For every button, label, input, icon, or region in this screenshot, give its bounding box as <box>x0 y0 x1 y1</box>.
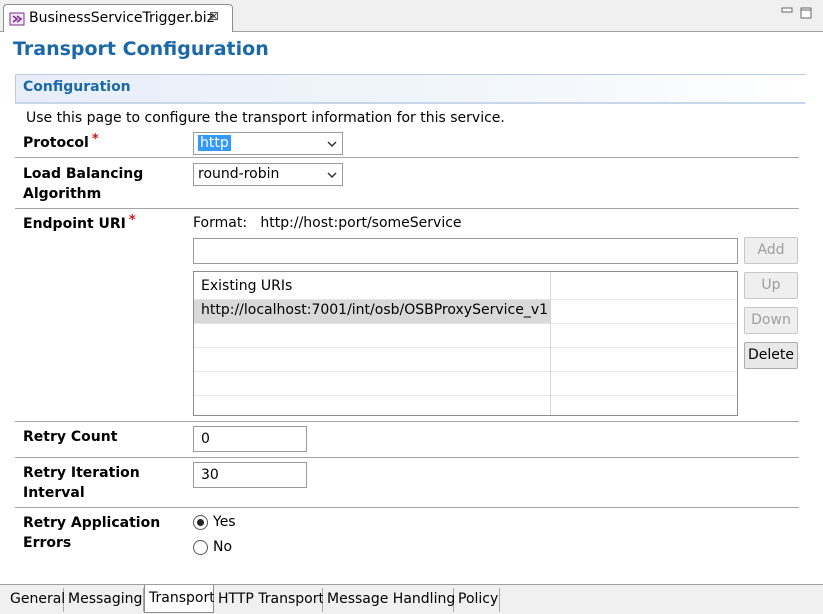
separator <box>15 457 799 458</box>
required-marker: * <box>128 213 136 228</box>
radio-yes[interactable] <box>193 515 208 530</box>
protocol-label: Protocol * <box>23 132 99 154</box>
tab-message-handling[interactable]: Message Handling <box>323 588 455 612</box>
separator <box>15 507 799 508</box>
endpoint-uri-label-text: Endpoint URI <box>23 216 126 232</box>
editor-tab-bar: BusinessServiceTrigger.biz ⊠ <box>0 0 823 32</box>
retry-app-errors-label: Retry Application Errors <box>23 513 160 553</box>
separator <box>15 421 799 422</box>
add-button[interactable]: Add <box>744 237 798 264</box>
radio-yes-label: Yes <box>213 514 236 530</box>
required-marker: * <box>91 132 99 147</box>
maximize-icon[interactable] <box>800 7 812 19</box>
retry-app-errors-label-line1: Retry Application <box>23 515 161 531</box>
radio-no-option[interactable]: No <box>193 539 253 557</box>
section-divider <box>15 102 805 104</box>
radio-yes-option[interactable]: Yes <box>193 514 253 532</box>
protocol-value: http <box>198 135 231 151</box>
retry-count-value: 0 <box>201 431 210 447</box>
tab-messaging[interactable]: Messaging <box>64 588 144 612</box>
row-divider <box>194 395 737 396</box>
section-header[interactable]: Configuration <box>15 74 806 102</box>
editor-tab-title: BusinessServiceTrigger.biz <box>29 10 215 26</box>
row-divider <box>194 371 737 372</box>
editor-tab[interactable]: BusinessServiceTrigger.biz ⊠ <box>3 4 233 32</box>
up-button[interactable]: Up <box>744 272 798 299</box>
row-divider <box>194 299 737 300</box>
tab-general[interactable]: General <box>6 588 65 612</box>
load-balancing-value: round-robin <box>198 166 280 182</box>
retry-app-errors-label-line2: Errors <box>23 535 72 551</box>
column-divider <box>550 272 551 415</box>
table-cell-uri: http://localhost:7001/int/osb/OSBProxySe… <box>201 302 549 318</box>
load-balancing-label: Load Balancing Algorithm <box>23 164 143 204</box>
retry-interval-label-line1: Retry Iteration <box>23 465 140 481</box>
page-description: Use this page to configure the transport… <box>26 110 505 126</box>
separator <box>15 157 799 158</box>
radio-selected-dot <box>197 519 204 526</box>
delete-button[interactable]: Delete <box>744 342 798 369</box>
endpoint-uri-input[interactable] <box>193 238 738 264</box>
retry-count-label: Retry Count <box>23 429 118 445</box>
existing-uris-table[interactable]: Existing URIs http://localhost:7001/int/… <box>193 271 738 416</box>
page-title: Transport Configuration <box>13 38 269 60</box>
retry-interval-input[interactable]: 30 <box>193 462 307 488</box>
biz-file-icon <box>9 12 25 26</box>
load-balancing-label-line2: Algorithm <box>23 186 102 202</box>
protocol-label-text: Protocol <box>23 135 89 151</box>
load-balancing-label-line1: Load Balancing <box>23 166 144 182</box>
radio-no-label: No <box>213 539 233 555</box>
tab-policy[interactable]: Policy <box>454 588 500 612</box>
tab-transport[interactable]: Transport <box>144 585 215 613</box>
format-label: Format: <box>193 215 248 231</box>
separator <box>15 208 799 209</box>
table-column-header: Existing URIs <box>201 278 293 294</box>
bottom-tab-bar: General Messaging Transport HTTP Transpo… <box>0 584 823 614</box>
protocol-select[interactable]: http <box>193 132 343 155</box>
retry-count-input[interactable]: 0 <box>193 426 307 452</box>
row-divider <box>194 347 737 348</box>
close-icon[interactable]: ⊠ <box>209 9 219 23</box>
radio-no[interactable] <box>193 540 208 555</box>
chevron-down-icon <box>327 172 337 179</box>
row-divider <box>194 323 737 324</box>
chevron-down-icon <box>327 141 337 148</box>
table-row[interactable]: http://localhost:7001/int/osb/OSBProxySe… <box>194 299 550 323</box>
tab-http-transport[interactable]: HTTP Transport <box>214 588 324 612</box>
load-balancing-select[interactable]: round-robin <box>193 163 343 186</box>
section-title: Configuration <box>23 79 131 95</box>
retry-interval-label: Retry Iteration Interval <box>23 463 140 503</box>
minimize-icon[interactable] <box>781 7 793 19</box>
endpoint-format-hint: Format: http://host:port/someService <box>193 215 462 231</box>
format-value: http://host:port/someService <box>260 215 462 231</box>
down-button[interactable]: Down <box>744 307 798 334</box>
retry-interval-value: 30 <box>201 467 219 483</box>
endpoint-uri-label: Endpoint URI * <box>23 213 136 235</box>
retry-interval-label-line2: Interval <box>23 485 85 501</box>
